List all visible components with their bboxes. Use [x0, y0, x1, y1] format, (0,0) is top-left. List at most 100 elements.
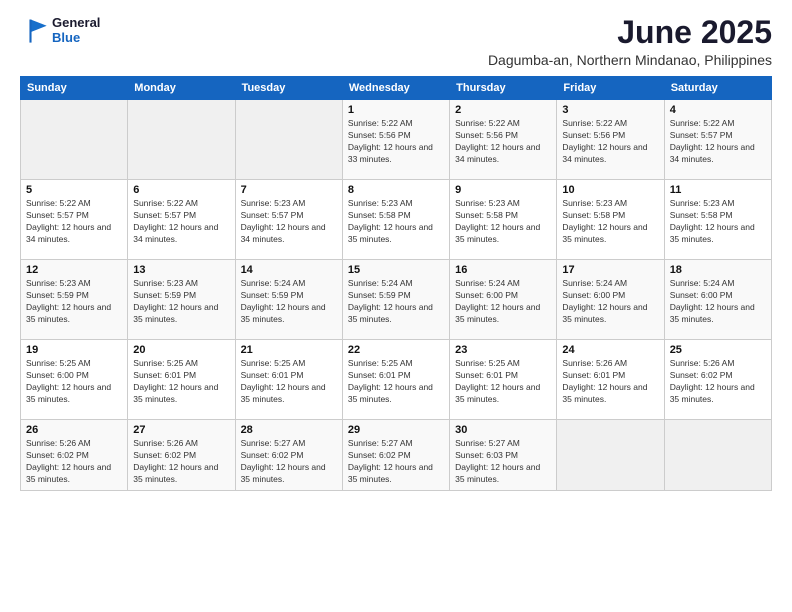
day-info: Sunrise: 5:25 AM Sunset: 6:01 PM Dayligh…: [241, 358, 337, 406]
sunset-label: Sunset: 5:56 PM: [348, 130, 411, 140]
daylight-label: Daylight: 12 hours and 35 minutes.: [348, 222, 433, 244]
sunrise-label: Sunrise: 5:27 AM: [455, 438, 520, 448]
day-info: Sunrise: 5:25 AM Sunset: 6:01 PM Dayligh…: [455, 358, 551, 406]
daylight-label: Daylight: 12 hours and 35 minutes.: [241, 302, 326, 324]
sunrise-label: Sunrise: 5:22 AM: [348, 118, 413, 128]
sunset-label: Sunset: 5:59 PM: [348, 290, 411, 300]
sunrise-label: Sunrise: 5:23 AM: [455, 198, 520, 208]
day-info: Sunrise: 5:22 AM Sunset: 5:57 PM Dayligh…: [26, 198, 122, 246]
day-number: 9: [455, 184, 551, 196]
sunrise-label: Sunrise: 5:22 AM: [670, 118, 735, 128]
daylight-label: Daylight: 12 hours and 35 minutes.: [348, 462, 433, 484]
table-row: 26 Sunrise: 5:26 AM Sunset: 6:02 PM Dayl…: [21, 420, 128, 491]
daylight-label: Daylight: 12 hours and 35 minutes.: [562, 222, 647, 244]
day-number: 26: [26, 424, 122, 436]
day-info: Sunrise: 5:23 AM Sunset: 5:58 PM Dayligh…: [455, 198, 551, 246]
sunset-label: Sunset: 5:58 PM: [455, 210, 518, 220]
day-number: 30: [455, 424, 551, 436]
table-row: 28 Sunrise: 5:27 AM Sunset: 6:02 PM Dayl…: [235, 420, 342, 491]
day-number: 12: [26, 264, 122, 276]
header-saturday: Saturday: [664, 77, 771, 100]
day-number: 21: [241, 344, 337, 356]
table-row: 3 Sunrise: 5:22 AM Sunset: 5:56 PM Dayli…: [557, 100, 664, 180]
table-row: 17 Sunrise: 5:24 AM Sunset: 6:00 PM Dayl…: [557, 260, 664, 340]
logo: General Blue: [20, 15, 100, 45]
sunset-label: Sunset: 5:56 PM: [455, 130, 518, 140]
day-number: 2: [455, 104, 551, 116]
sunrise-label: Sunrise: 5:26 AM: [670, 358, 735, 368]
daylight-label: Daylight: 12 hours and 35 minutes.: [348, 382, 433, 404]
table-row: 13 Sunrise: 5:23 AM Sunset: 5:59 PM Dayl…: [128, 260, 235, 340]
header-thursday: Thursday: [450, 77, 557, 100]
calendar-table: Sunday Monday Tuesday Wednesday Thursday…: [20, 76, 772, 491]
day-number: 25: [670, 344, 766, 356]
table-row: 8 Sunrise: 5:23 AM Sunset: 5:58 PM Dayli…: [342, 180, 449, 260]
sunset-label: Sunset: 6:01 PM: [455, 370, 518, 380]
daylight-label: Daylight: 12 hours and 35 minutes.: [562, 382, 647, 404]
day-info: Sunrise: 5:23 AM Sunset: 5:58 PM Dayligh…: [348, 198, 444, 246]
calendar-subtitle: Dagumba-an, Northern Mindanao, Philippin…: [488, 52, 772, 68]
day-number: 16: [455, 264, 551, 276]
sunrise-label: Sunrise: 5:25 AM: [455, 358, 520, 368]
daylight-label: Daylight: 12 hours and 35 minutes.: [26, 302, 111, 324]
sunset-label: Sunset: 5:57 PM: [670, 130, 733, 140]
sunset-label: Sunset: 6:00 PM: [455, 290, 518, 300]
table-row: 29 Sunrise: 5:27 AM Sunset: 6:02 PM Dayl…: [342, 420, 449, 491]
day-info: Sunrise: 5:24 AM Sunset: 6:00 PM Dayligh…: [670, 278, 766, 326]
day-info: Sunrise: 5:22 AM Sunset: 5:56 PM Dayligh…: [562, 118, 658, 166]
day-info: Sunrise: 5:22 AM Sunset: 5:57 PM Dayligh…: [670, 118, 766, 166]
table-row: 5 Sunrise: 5:22 AM Sunset: 5:57 PM Dayli…: [21, 180, 128, 260]
sunset-label: Sunset: 6:02 PM: [241, 450, 304, 460]
sunrise-label: Sunrise: 5:25 AM: [26, 358, 91, 368]
day-info: Sunrise: 5:23 AM Sunset: 5:59 PM Dayligh…: [26, 278, 122, 326]
table-row: 16 Sunrise: 5:24 AM Sunset: 6:00 PM Dayl…: [450, 260, 557, 340]
day-info: Sunrise: 5:26 AM Sunset: 6:01 PM Dayligh…: [562, 358, 658, 406]
day-number: 23: [455, 344, 551, 356]
daylight-label: Daylight: 12 hours and 35 minutes.: [26, 382, 111, 404]
day-number: 14: [241, 264, 337, 276]
header-wednesday: Wednesday: [342, 77, 449, 100]
sunrise-label: Sunrise: 5:22 AM: [133, 198, 198, 208]
day-number: 10: [562, 184, 658, 196]
title-block: June 2025 Dagumba-an, Northern Mindanao,…: [488, 15, 772, 68]
day-info: Sunrise: 5:24 AM Sunset: 5:59 PM Dayligh…: [348, 278, 444, 326]
sunrise-label: Sunrise: 5:23 AM: [348, 198, 413, 208]
day-number: 19: [26, 344, 122, 356]
sunrise-label: Sunrise: 5:23 AM: [562, 198, 627, 208]
sunset-label: Sunset: 6:02 PM: [133, 450, 196, 460]
day-number: 5: [26, 184, 122, 196]
sunrise-label: Sunrise: 5:26 AM: [26, 438, 91, 448]
sunset-label: Sunset: 5:57 PM: [133, 210, 196, 220]
sunset-label: Sunset: 6:00 PM: [670, 290, 733, 300]
day-number: 27: [133, 424, 229, 436]
table-row: 23 Sunrise: 5:25 AM Sunset: 6:01 PM Dayl…: [450, 340, 557, 420]
daylight-label: Daylight: 12 hours and 35 minutes.: [562, 302, 647, 324]
sunset-label: Sunset: 6:02 PM: [348, 450, 411, 460]
table-row: 20 Sunrise: 5:25 AM Sunset: 6:01 PM Dayl…: [128, 340, 235, 420]
table-row: 12 Sunrise: 5:23 AM Sunset: 5:59 PM Dayl…: [21, 260, 128, 340]
table-row: 10 Sunrise: 5:23 AM Sunset: 5:58 PM Dayl…: [557, 180, 664, 260]
logo-text: General Blue: [52, 15, 100, 45]
table-row: 1 Sunrise: 5:22 AM Sunset: 5:56 PM Dayli…: [342, 100, 449, 180]
sunrise-label: Sunrise: 5:23 AM: [26, 278, 91, 288]
sunrise-label: Sunrise: 5:25 AM: [133, 358, 198, 368]
day-number: 4: [670, 104, 766, 116]
table-row: 4 Sunrise: 5:22 AM Sunset: 5:57 PM Dayli…: [664, 100, 771, 180]
day-info: Sunrise: 5:22 AM Sunset: 5:56 PM Dayligh…: [455, 118, 551, 166]
daylight-label: Daylight: 12 hours and 35 minutes.: [670, 302, 755, 324]
daylight-label: Daylight: 12 hours and 35 minutes.: [241, 382, 326, 404]
sunset-label: Sunset: 6:02 PM: [670, 370, 733, 380]
sunset-label: Sunset: 5:58 PM: [670, 210, 733, 220]
calendar-header-row: Sunday Monday Tuesday Wednesday Thursday…: [21, 77, 772, 100]
day-number: 20: [133, 344, 229, 356]
sunrise-label: Sunrise: 5:25 AM: [348, 358, 413, 368]
day-info: Sunrise: 5:24 AM Sunset: 5:59 PM Dayligh…: [241, 278, 337, 326]
day-info: Sunrise: 5:22 AM Sunset: 5:57 PM Dayligh…: [133, 198, 229, 246]
table-row: 6 Sunrise: 5:22 AM Sunset: 5:57 PM Dayli…: [128, 180, 235, 260]
header-monday: Monday: [128, 77, 235, 100]
day-info: Sunrise: 5:23 AM Sunset: 5:58 PM Dayligh…: [670, 198, 766, 246]
sunrise-label: Sunrise: 5:24 AM: [670, 278, 735, 288]
daylight-label: Daylight: 12 hours and 35 minutes.: [133, 302, 218, 324]
day-info: Sunrise: 5:24 AM Sunset: 6:00 PM Dayligh…: [455, 278, 551, 326]
table-row: 9 Sunrise: 5:23 AM Sunset: 5:58 PM Dayli…: [450, 180, 557, 260]
